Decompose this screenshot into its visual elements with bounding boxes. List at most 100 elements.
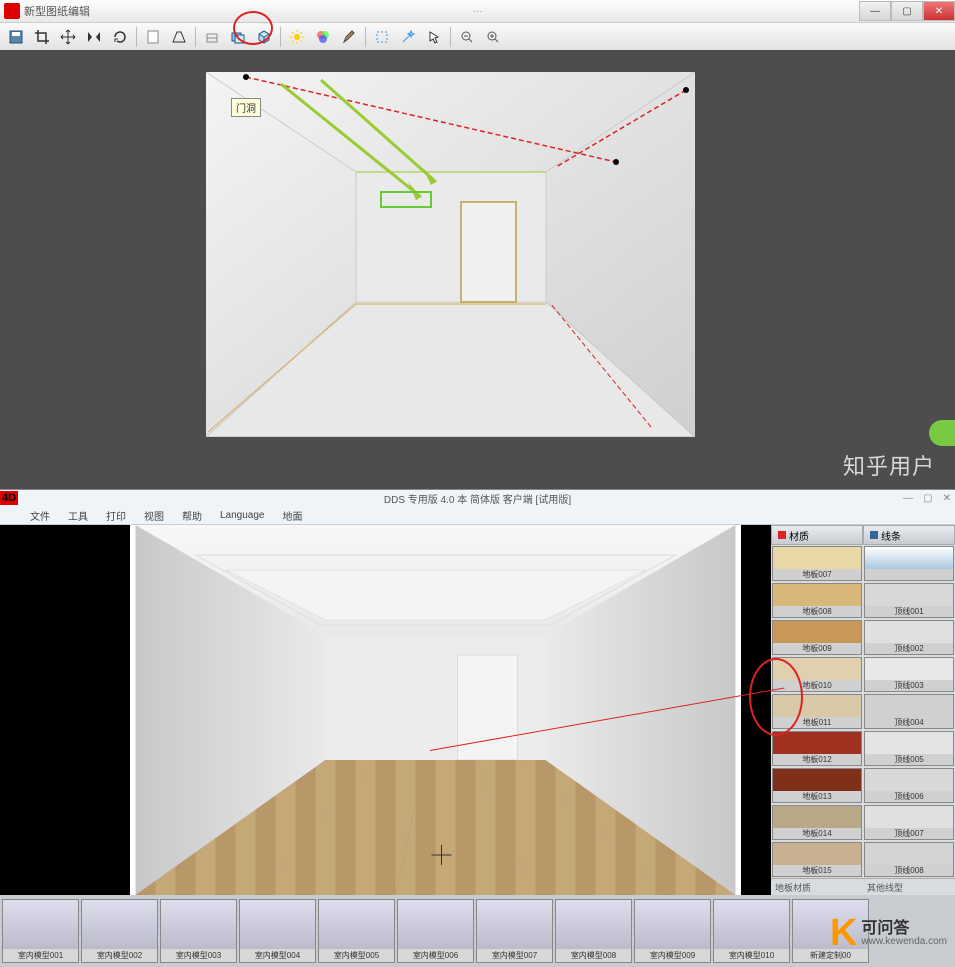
bottom-menubar: 文件 工具 打印 视图 帮助 Language 地面 xyxy=(0,506,955,525)
page-icon[interactable] xyxy=(141,25,165,49)
room-3d-view[interactable] xyxy=(206,72,695,437)
bottom-window-title: DDS 专用版 4.0 本 简体版 客户端 [试用版] xyxy=(384,491,571,506)
top-titlebar: 新型图纸编辑 ··· — ▢ ✕ xyxy=(0,0,955,23)
line-swatch[interactable]: 顶线002 xyxy=(864,620,954,655)
close-button[interactable]: ✕ xyxy=(943,493,951,504)
material-swatch[interactable]: 地板015 xyxy=(772,842,862,877)
line-swatch[interactable]: 顶线006 xyxy=(864,768,954,803)
separator xyxy=(195,27,196,47)
line-swatch-list: 顶线001顶线002顶线003顶线004顶线005顶线006顶线007顶线008 xyxy=(863,545,955,878)
maximize-button[interactable]: ▢ xyxy=(923,493,932,504)
line-swatch[interactable]: 顶线007 xyxy=(864,805,954,840)
close-button[interactable]: ✕ xyxy=(923,1,955,21)
mirror-icon[interactable] xyxy=(82,25,106,49)
layers-icon[interactable] xyxy=(226,25,250,49)
site-watermark: K 可问答 www.kewenda.com xyxy=(830,912,947,955)
title-center-text: ··· xyxy=(473,6,483,17)
zhihu-watermark: 知乎用户 xyxy=(843,449,935,481)
site-name-cn: 可问答 xyxy=(861,921,947,937)
line-panel-header[interactable]: 线条 xyxy=(863,525,955,545)
top-toolbar xyxy=(0,23,955,52)
menu-tools[interactable]: 工具 xyxy=(68,508,88,523)
refresh-icon[interactable] xyxy=(108,25,132,49)
window-title: 新型图纸编辑 xyxy=(24,3,90,19)
bottom-viewport[interactable] xyxy=(0,525,771,895)
material-swatch-list: 地板007地板008地板009地板010地板011地板012地板013地板014… xyxy=(771,545,863,878)
bottom-window-controls: — ▢ ✕ xyxy=(903,493,951,504)
zoom-in-icon[interactable] xyxy=(481,25,505,49)
site-logo-k: K xyxy=(830,912,857,955)
top-app-window: 新型图纸编辑 ··· — ▢ ✕ 门洞 xyxy=(0,0,955,489)
material-swatch[interactable]: 地板008 xyxy=(772,583,862,618)
save-icon[interactable] xyxy=(4,25,28,49)
room-thumbnail[interactable]: 室内模型001 xyxy=(2,899,79,963)
line-swatch[interactable]: 顶线004 xyxy=(864,694,954,729)
brush-icon[interactable] xyxy=(337,25,361,49)
line-swatch[interactable]: 顶线005 xyxy=(864,731,954,766)
line-swatch[interactable] xyxy=(864,546,954,581)
perspective-icon[interactable] xyxy=(167,25,191,49)
select-rect-icon[interactable] xyxy=(370,25,394,49)
room-thumbnail[interactable]: 室内模型005 xyxy=(318,899,395,963)
room-thumbnail[interactable]: 室内模型008 xyxy=(555,899,632,963)
move-icon[interactable] xyxy=(56,25,80,49)
line-swatch[interactable]: 顶线001 xyxy=(864,583,954,618)
line-swatch[interactable]: 顶线003 xyxy=(864,657,954,692)
side-bubble[interactable] xyxy=(929,420,955,446)
site-url: www.kewenda.com xyxy=(861,937,947,947)
rendered-room xyxy=(130,525,741,895)
brightness-icon[interactable] xyxy=(285,25,309,49)
bottom-main: 材质 地板007地板008地板009地板010地板011地板012地板013地板… xyxy=(0,525,955,895)
material-swatch[interactable]: 地板007 xyxy=(772,546,862,581)
pointer-icon[interactable] xyxy=(422,25,446,49)
room-thumbnail[interactable]: 室内模型004 xyxy=(239,899,316,963)
menu-view[interactable]: 视图 xyxy=(144,508,164,523)
room-thumbnail[interactable]: 室内模型007 xyxy=(476,899,553,963)
grid-icon[interactable] xyxy=(200,25,224,49)
zoom-out-icon[interactable] xyxy=(455,25,479,49)
menu-language[interactable]: Language xyxy=(220,510,265,521)
menu-file[interactable]: 文件 xyxy=(30,508,50,523)
line-panel-footer[interactable]: 其他线型 xyxy=(863,878,955,895)
menu-help[interactable]: 帮助 xyxy=(182,508,202,523)
material-swatch[interactable]: 地板009 xyxy=(772,620,862,655)
minimize-button[interactable]: — xyxy=(859,1,891,21)
color-icon[interactable] xyxy=(311,25,335,49)
separator xyxy=(136,27,137,47)
material-swatch[interactable]: 地板013 xyxy=(772,768,862,803)
room-thumbnail[interactable]: 室内模型006 xyxy=(397,899,474,963)
separator xyxy=(450,27,451,47)
material-swatch[interactable]: 地板012 xyxy=(772,731,862,766)
line-swatch[interactable]: 顶线008 xyxy=(864,842,954,877)
room-thumbnail[interactable]: 室内模型002 xyxy=(81,899,158,963)
bottom-app-window: 4D DDS 专用版 4.0 本 简体版 客户端 [试用版] — ▢ ✕ 文件 … xyxy=(0,489,955,962)
menu-print[interactable]: 打印 xyxy=(106,508,126,523)
menu-floor[interactable]: 地面 xyxy=(283,508,303,523)
room-thumbnail[interactable]: 室内模型009 xyxy=(634,899,711,963)
side-panels: 材质 地板007地板008地板009地板010地板011地板012地板013地板… xyxy=(771,525,955,895)
thumbnail-strip[interactable]: 室内模型001室内模型002室内模型003室内模型004室内模型005室内模型0… xyxy=(0,895,955,967)
wand-icon[interactable] xyxy=(396,25,420,49)
blue-square-icon xyxy=(870,531,878,539)
material-swatch[interactable]: 地板014 xyxy=(772,805,862,840)
crop-icon[interactable] xyxy=(30,25,54,49)
top-canvas[interactable]: 门洞 xyxy=(0,50,955,489)
material-panel-footer[interactable]: 地板材质 xyxy=(771,878,863,895)
room-thumbnail[interactable]: 室内模型010 xyxy=(713,899,790,963)
material-swatch[interactable]: 地板010 xyxy=(772,657,862,692)
material-swatch[interactable]: 地板011 xyxy=(772,694,862,729)
material-panel-header[interactable]: 材质 xyxy=(771,525,863,545)
window-controls: — ▢ ✕ xyxy=(859,1,955,21)
line-panel: 线条 顶线001顶线002顶线003顶线004顶线005顶线006顶线007顶线… xyxy=(863,525,955,895)
bottom-titlebar: 4D DDS 专用版 4.0 本 简体版 客户端 [试用版] — ▢ ✕ xyxy=(0,490,955,506)
cube-icon[interactable] xyxy=(252,25,276,49)
minimize-button[interactable]: — xyxy=(903,493,913,504)
maximize-button[interactable]: ▢ xyxy=(891,1,923,21)
room-thumbnail[interactable]: 室内模型003 xyxy=(160,899,237,963)
app-icon xyxy=(4,3,20,19)
red-square-icon xyxy=(778,531,786,539)
app-logo: 4D xyxy=(0,491,18,505)
tooltip-label: 门洞 xyxy=(231,98,261,117)
material-panel: 材质 地板007地板008地板009地板010地板011地板012地板013地板… xyxy=(771,525,863,895)
separator xyxy=(365,27,366,47)
